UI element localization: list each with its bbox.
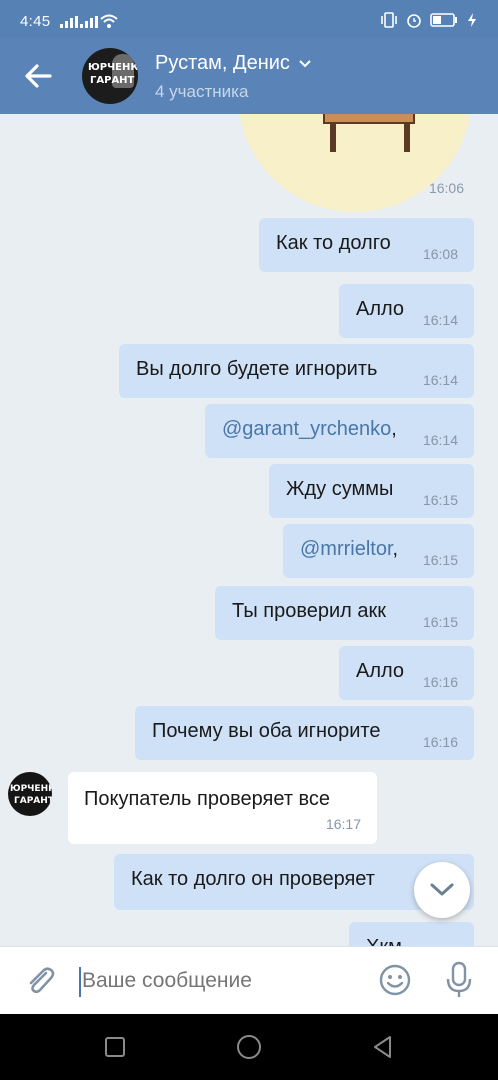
avatar-text: ГАРАНТ	[90, 75, 135, 86]
message-suffix: ,	[392, 538, 399, 560]
outgoing-message[interactable]: Почему вы оба игнорите 16:16	[135, 706, 474, 760]
mention-link[interactable]: @mrrieltor	[300, 538, 393, 560]
chat-title[interactable]: Рустам, Денис	[155, 52, 312, 75]
nav-back-icon[interactable]	[368, 1032, 398, 1062]
chat-avatar[interactable]: ЮРЧЕНКО ГАРАНТ	[82, 48, 138, 104]
scroll-down-icon	[430, 883, 454, 896]
message-text: @mrrieltor,	[300, 538, 398, 561]
message-text: @garant_yrchenko,	[222, 418, 397, 441]
outgoing-message[interactable]: @garant_yrchenko, 16:14	[205, 404, 474, 458]
message-text: Покупатель проверяет все	[84, 788, 331, 810]
sticker-desk	[323, 114, 415, 124]
sticker-desk-leg	[404, 124, 410, 152]
mic-icon[interactable]	[444, 961, 474, 999]
charging-icon	[468, 13, 476, 27]
message-text: Как то долго он проверяет	[131, 868, 375, 890]
battery-icon	[430, 13, 457, 27]
mention-link[interactable]: @garant_yrchenko	[222, 418, 391, 440]
sticker-message[interactable]: 16:06	[238, 114, 472, 212]
message-time: 16:14	[422, 432, 458, 448]
message-time: 16:06	[428, 180, 464, 196]
nav-recent-icon[interactable]	[100, 1032, 130, 1062]
message-composer	[0, 946, 498, 1014]
message-text: Алло	[356, 660, 405, 682]
avatar-text: ГАРАНТ	[14, 796, 52, 806]
outgoing-message[interactable]: Жду суммы 16:15	[269, 464, 474, 518]
message-text: Вы долго будете игнорить	[136, 358, 378, 380]
sender-avatar[interactable]: ЮРЧЕНКО ГАРАНТ	[8, 772, 52, 816]
message-time: 16:15	[422, 614, 458, 630]
message-time: 16:14	[422, 312, 458, 328]
attach-icon[interactable]	[22, 963, 58, 999]
message-time: 16:08	[422, 246, 458, 262]
message-text: Хкм	[366, 936, 402, 946]
message-suffix: ,	[391, 418, 397, 440]
scroll-down-button[interactable]	[414, 862, 470, 918]
outgoing-message[interactable]: Хкм	[349, 922, 474, 946]
wifi-icon	[100, 14, 118, 28]
sticker-desk-leg	[330, 124, 336, 152]
outgoing-message[interactable]: @mrrieltor, 16:15	[283, 524, 474, 578]
outgoing-message[interactable]: Как то долго 16:08	[259, 218, 474, 272]
outgoing-message[interactable]: Вы долго будете игнорить 16:14	[119, 344, 474, 398]
alarm-icon	[407, 14, 421, 28]
chat-subtitle: 4 участника	[155, 82, 249, 101]
status-bar: 4:45	[0, 0, 498, 38]
outgoing-message[interactable]: Алло 16:16	[339, 646, 474, 700]
avatar-text: ЮРЧЕНКО	[10, 784, 52, 794]
message-list[interactable]: 16:06 Как то долго 16:08 Алло 16:14 Вы д…	[0, 114, 498, 946]
system-nav-bar	[0, 1014, 498, 1080]
avatar-text: ЮРЧЕНКО	[88, 62, 138, 73]
message-text: Жду суммы	[286, 478, 394, 500]
signal-icon	[80, 16, 98, 28]
message-time: 16:16	[422, 674, 458, 690]
status-icons	[380, 12, 478, 28]
message-time: 16:16	[422, 734, 458, 750]
status-time: 4:45	[20, 13, 51, 30]
incoming-message[interactable]: Покупатель проверяет все 16:17	[68, 772, 377, 844]
message-text: Алло	[356, 298, 405, 320]
chat-title-text: Рустам, Денис	[155, 52, 290, 74]
nav-home-icon[interactable]	[234, 1032, 264, 1062]
message-text: Почему вы оба игнорите	[152, 720, 381, 742]
outgoing-message[interactable]: Ты проверил акк 16:15	[215, 586, 474, 640]
message-text: Ты проверил акк	[232, 600, 387, 622]
text-caret	[79, 967, 81, 997]
sticker-background	[238, 114, 472, 212]
emoji-icon[interactable]	[378, 963, 412, 997]
message-time: 16:17	[325, 816, 361, 832]
signal-icon	[60, 16, 78, 28]
message-time: 16:15	[422, 552, 458, 568]
back-arrow-icon[interactable]	[20, 60, 56, 92]
message-text: Как то долго	[276, 232, 391, 254]
outgoing-message[interactable]: Алло 16:14	[339, 284, 474, 338]
message-input[interactable]	[82, 969, 362, 993]
message-time: 16:14	[422, 372, 458, 388]
message-time: 16:15	[422, 492, 458, 508]
vibrate-icon	[381, 12, 397, 28]
chevron-down-icon	[299, 59, 311, 67]
chat-header: ЮРЧЕНКО ГАРАНТ Рустам, Денис 4 участника	[0, 38, 498, 114]
